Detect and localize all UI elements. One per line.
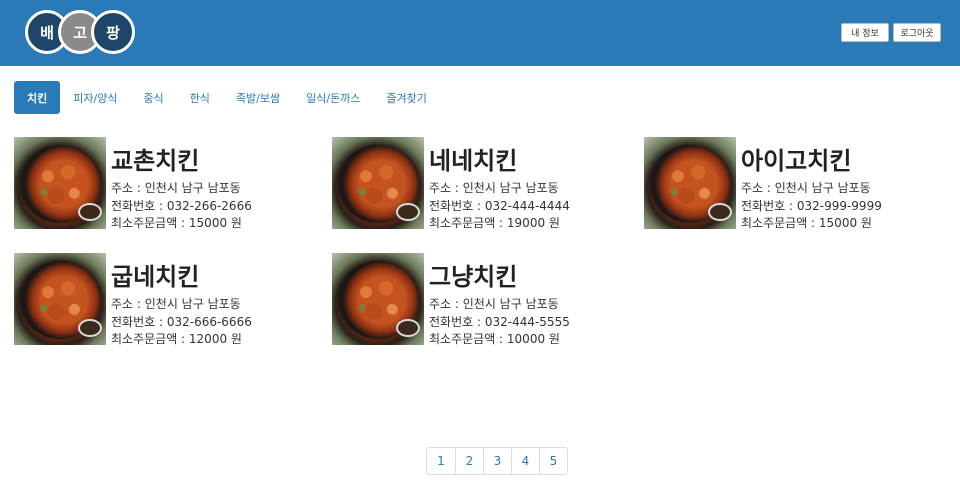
top-header: 배 고 팡 내 정보 로그아웃 <box>0 0 960 66</box>
restaurant-name[interactable]: 그냥치킨 <box>429 257 517 292</box>
restaurant-name[interactable]: 교촌치킨 <box>111 141 199 176</box>
restaurant-card[interactable]: 네네치킨 주소 : 인천시 남구 남포동 전화번호 : 032-444-4444… <box>332 137 612 230</box>
page-link-2[interactable]: 2 <box>455 448 483 474</box>
restaurant-address: 주소 : 인천시 남구 남포동 <box>111 181 241 195</box>
restaurant-min-order: 최소주문금액 : 19000 원 <box>429 216 560 230</box>
restaurant-card[interactable]: 교촌치킨 주소 : 인천시 남구 남포동 전화번호 : 032-266-2666… <box>14 137 294 230</box>
food-thumbnail[interactable] <box>332 137 424 229</box>
restaurant-address: 주소 : 인천시 남구 남포동 <box>429 297 559 311</box>
food-thumbnail[interactable] <box>14 137 106 229</box>
app-logo[interactable]: 배 고 팡 <box>25 10 137 54</box>
category-tabs: 치킨 피자/양식 중식 한식 족발/보쌈 일식/돈까스 즐겨찾기 <box>14 81 440 114</box>
restaurant-phone: 전화번호 : 032-444-5555 <box>429 315 570 329</box>
restaurant-card[interactable]: 굽네치킨 주소 : 인천시 남구 남포동 전화번호 : 032-666-6666… <box>14 253 294 346</box>
logout-button[interactable]: 로그아웃 <box>893 23 941 42</box>
restaurant-min-order: 최소주문금액 : 15000 원 <box>741 216 872 230</box>
restaurant-min-order: 최소주문금액 : 12000 원 <box>111 332 242 346</box>
restaurant-card[interactable]: 아이고치킨 주소 : 인천시 남구 남포동 전화번호 : 032-999-999… <box>644 137 924 230</box>
restaurant-name[interactable]: 아이고치킨 <box>741 141 851 176</box>
page-link-5[interactable]: 5 <box>539 448 567 474</box>
restaurant-phone: 전화번호 : 032-999-9999 <box>741 199 882 213</box>
restaurant-phone: 전화번호 : 032-266-2666 <box>111 199 252 213</box>
tab-japanese[interactable]: 일식/돈까스 <box>293 81 373 114</box>
page-link-3[interactable]: 3 <box>483 448 511 474</box>
tab-favorites[interactable]: 즐겨찾기 <box>373 81 439 114</box>
restaurant-address: 주소 : 인천시 남구 남포동 <box>111 297 241 311</box>
my-info-button[interactable]: 내 정보 <box>841 23 889 42</box>
restaurant-card[interactable]: 그냥치킨 주소 : 인천시 남구 남포동 전화번호 : 032-444-5555… <box>332 253 612 346</box>
food-thumbnail[interactable] <box>14 253 106 345</box>
page-link-4[interactable]: 4 <box>511 448 539 474</box>
restaurant-address: 주소 : 인천시 남구 남포동 <box>429 181 559 195</box>
tab-pizza-western[interactable]: 피자/양식 <box>60 81 130 114</box>
restaurant-min-order: 최소주문금액 : 15000 원 <box>111 216 242 230</box>
food-thumbnail[interactable] <box>332 253 424 345</box>
restaurant-name[interactable]: 네네치킨 <box>429 141 517 176</box>
logo-char-3: 팡 <box>91 10 135 54</box>
restaurant-address: 주소 : 인천시 남구 남포동 <box>741 181 871 195</box>
tab-chicken[interactable]: 치킨 <box>14 81 61 114</box>
restaurant-name[interactable]: 굽네치킨 <box>111 257 199 292</box>
tab-korean[interactable]: 한식 <box>177 81 223 114</box>
food-thumbnail[interactable] <box>644 137 736 229</box>
restaurant-phone: 전화번호 : 032-666-6666 <box>111 315 252 329</box>
tab-jokbal-bossam[interactable]: 족발/보쌈 <box>223 81 293 114</box>
pagination: 1 2 3 4 5 <box>426 447 568 475</box>
restaurant-min-order: 최소주문금액 : 10000 원 <box>429 332 560 346</box>
tab-chinese[interactable]: 중식 <box>130 81 176 114</box>
restaurant-phone: 전화번호 : 032-444-4444 <box>429 199 570 213</box>
page-link-1[interactable]: 1 <box>427 448 455 474</box>
